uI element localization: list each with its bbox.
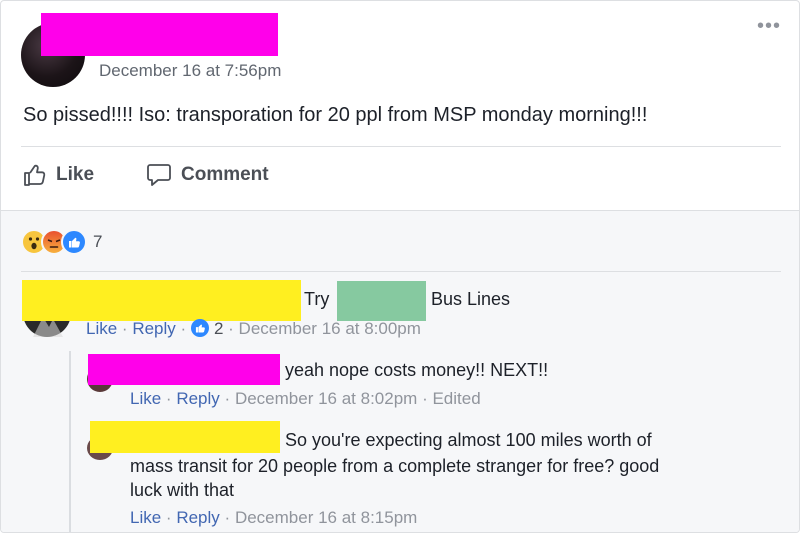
separator: · [422,389,428,408]
like-button[interactable]: Like [23,163,94,187]
comments-section: 7 Try Bus Lines Like · Reply · 2 · Decem… [1,210,799,532]
reply-text: yeah nope costs money!! NEXT!! [285,360,549,380]
separator: · [180,319,187,338]
comment-button-label: Comment [181,164,269,185]
post-actions-bar: Like Comment [21,146,781,211]
comment-like-link[interactable]: Like [86,319,117,338]
post-card: December 16 at 7:56pm ••• So pissed!!!! … [0,0,800,533]
reply-text-line: mass transit for 20 people from a comple… [130,456,660,476]
edited-label[interactable]: Edited [432,389,480,408]
separator: · [228,319,234,338]
separator: · [224,508,231,527]
reply-like-link[interactable]: Like [130,389,161,408]
reply-meta: Like · Reply · December 16 at 8:15pm [130,508,417,528]
reply-timestamp[interactable]: December 16 at 8:02pm [235,389,417,408]
comment-button[interactable]: Comment [146,163,269,187]
reply-text-line: So you're expecting almost 100 miles wor… [285,430,652,450]
redacted-company-name [337,281,426,321]
post-text: So pissed!!!! Iso: transporation for 20 … [23,104,648,126]
post-timestamp[interactable]: December 16 at 7:56pm [99,61,281,81]
separator: · [165,389,172,408]
separator: · [165,508,172,527]
comment-text-prefix: Try [304,289,330,309]
comment-icon [147,164,171,186]
thumbs-up-icon [24,164,46,186]
separator: · [121,319,128,338]
reaction-count[interactable]: 7 [93,232,102,252]
reply-reply-link[interactable]: Reply [176,389,219,408]
reply-like-link[interactable]: Like [130,508,161,527]
reply-text-line: luck with that [130,480,235,500]
comment-reply-link[interactable]: Reply [132,319,175,338]
comment-like-reaction-icon [190,319,209,337]
separator: · [224,389,231,408]
comment-reaction-count[interactable]: 2 [214,319,223,338]
comments-divider [21,271,781,272]
comment-meta: Like · Reply · 2 · December 16 at 8:00pm [86,319,421,339]
redacted-commenter-name [22,280,301,321]
comment-timestamp[interactable]: December 16 at 8:00pm [239,319,421,338]
reply-reply-link[interactable]: Reply [176,508,219,527]
like-reaction-icon [61,229,87,255]
redacted-replier-name [90,421,280,453]
reply-thread-line [69,351,71,532]
redacted-author-name [41,13,278,56]
more-options-icon[interactable]: ••• [757,15,781,38]
like-button-label: Like [56,164,95,185]
redacted-replier-name [88,354,280,385]
reply-meta: Like · Reply · December 16 at 8:02pm · E… [130,389,481,409]
reply-timestamp[interactable]: December 16 at 8:15pm [235,508,417,527]
comment-text-suffix: Bus Lines [431,289,511,309]
reactions-summary[interactable]: 7 [21,229,102,255]
